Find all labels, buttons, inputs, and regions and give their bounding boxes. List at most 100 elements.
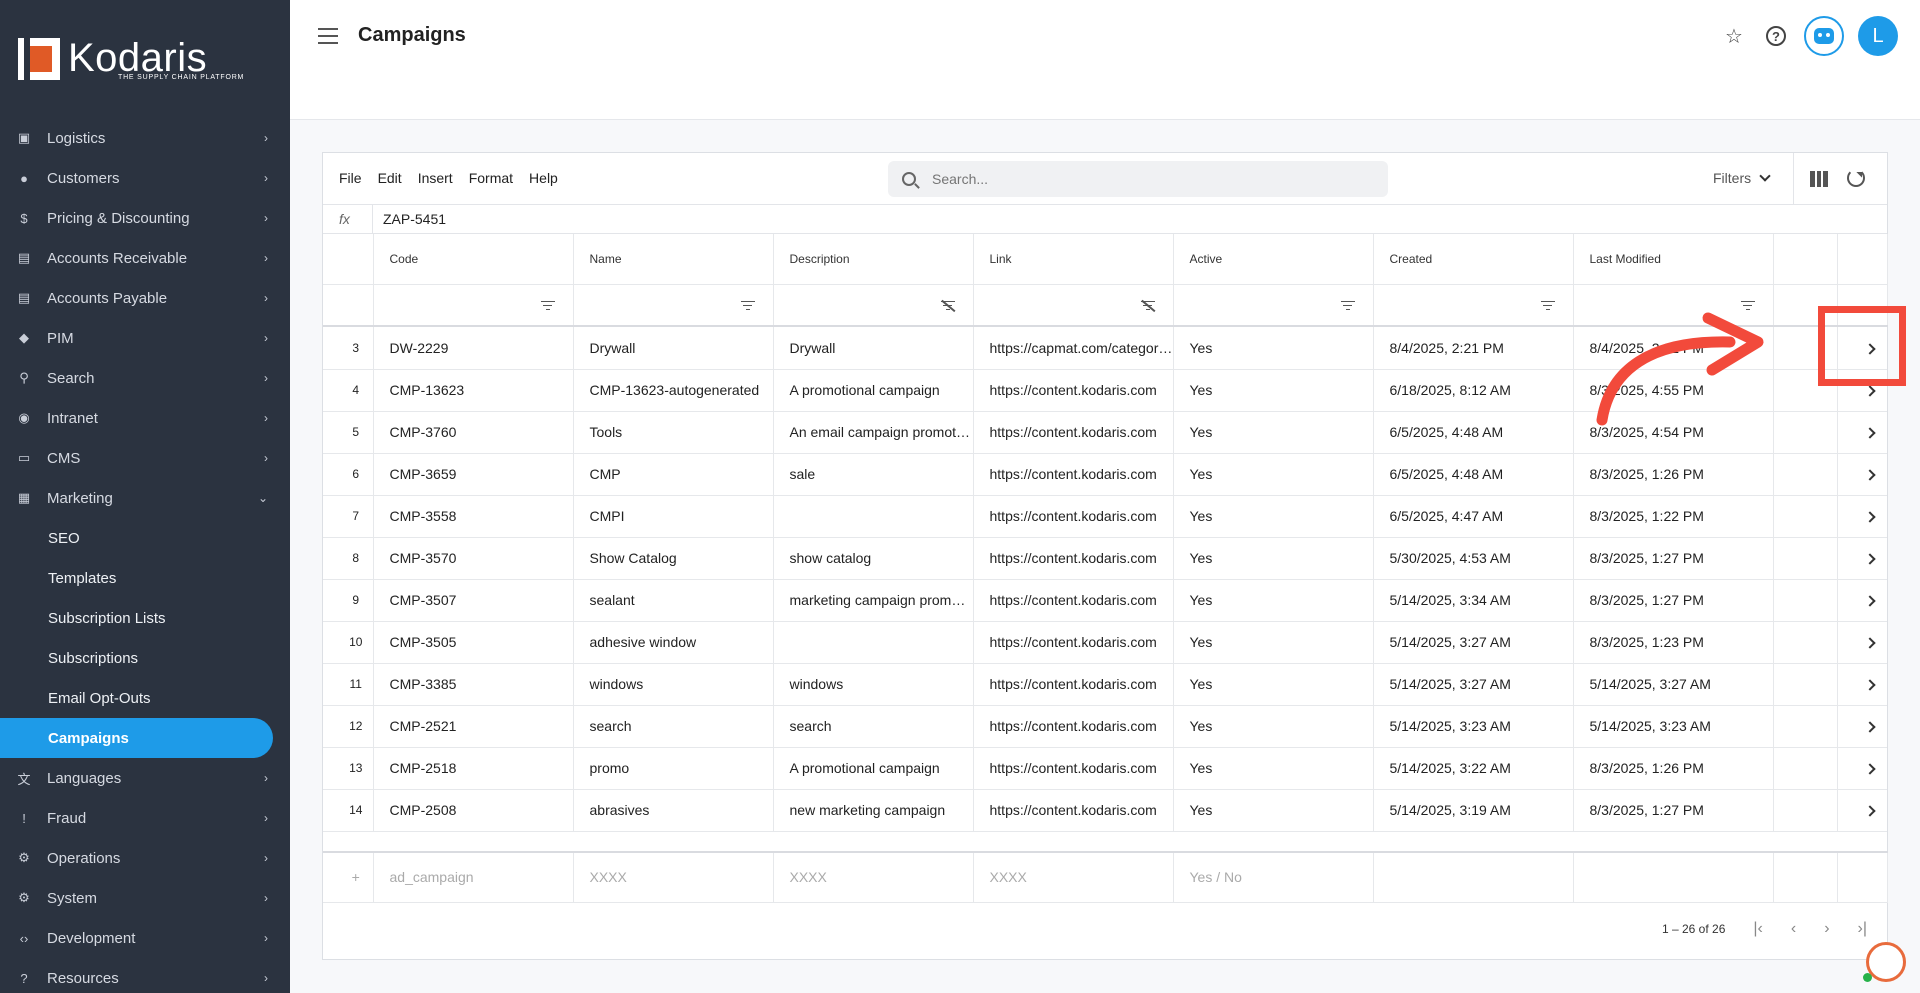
table-cell[interactable]: An email campaign promoting tools [773, 411, 974, 454]
table-cell[interactable]: promo [573, 747, 774, 790]
table-cell[interactable]: Yes [1173, 369, 1374, 412]
table-cell[interactable]: CMP-2508 [373, 789, 574, 832]
chevron-right-icon[interactable] [1864, 427, 1876, 439]
table-cell[interactable]: Yes [1173, 495, 1374, 538]
sidebar-subitem-seo[interactable]: SEO [0, 518, 290, 558]
table-cell[interactable] [773, 495, 974, 538]
sidebar-item-intranet[interactable]: ◉ Intranet › [0, 398, 290, 438]
help-icon[interactable]: ? [1762, 22, 1790, 50]
table-row[interactable]: 8 CMP-3570 Show Catalog show catalog https:/… [323, 537, 1887, 580]
sidebar-item-marketing[interactable]: ▦ Marketing ⌄ [0, 478, 290, 518]
open-record-button[interactable] [1836, 705, 1887, 748]
table-cell[interactable]: 5/14/2025, 3:27 AM [1373, 621, 1574, 664]
prev-page-icon[interactable]: ‹ [1791, 920, 1796, 938]
table-cell[interactable]: DW-2229 [373, 327, 574, 370]
column-header-description[interactable]: Description [773, 234, 974, 285]
table-cell[interactable]: Tools [573, 411, 774, 454]
filter-icon[interactable] [540, 300, 555, 311]
filter-cell[interactable] [373, 284, 574, 327]
filter-cell[interactable] [773, 284, 974, 327]
sidebar-subitem-subscription-lists[interactable]: Subscription Lists [0, 598, 290, 638]
open-record-button[interactable] [1836, 663, 1887, 706]
new-row-placeholder[interactable]: XXXX [973, 851, 1174, 903]
last-page-icon[interactable]: ›| [1858, 920, 1867, 938]
table-cell[interactable]: https://content.kodaris.com [973, 579, 1174, 622]
table-cell[interactable]: search [573, 705, 774, 748]
open-record-button[interactable] [1836, 495, 1887, 538]
sidebar-item-languages[interactable]: 文 Languages › [0, 758, 290, 798]
table-cell[interactable]: CMP-13623-autogenerated [573, 369, 774, 412]
table-cell[interactable]: 8/3/2025, 1:26 PM [1573, 453, 1774, 496]
open-record-button[interactable] [1836, 789, 1887, 832]
chevron-right-icon[interactable] [1864, 385, 1876, 397]
table-cell[interactable]: CMP-3570 [373, 537, 574, 580]
table-cell[interactable]: https://capmat.com/category/drywall [973, 327, 1174, 370]
table-cell[interactable]: search [773, 705, 974, 748]
favorite-star-icon[interactable]: ☆ [1720, 22, 1748, 50]
table-cell[interactable]: A promotional campaign [773, 369, 974, 412]
table-cell[interactable]: https://content.kodaris.com [973, 705, 1174, 748]
table-cell[interactable]: adhesive window [573, 621, 774, 664]
chevron-right-icon[interactable] [1864, 805, 1876, 817]
new-row-placeholder[interactable]: XXXX [573, 851, 774, 903]
table-cell[interactable]: CMP [573, 453, 774, 496]
table-row[interactable]: 7 CMP-3558 CMPI https://content.kodaris.com… [323, 495, 1887, 538]
column-header-last-modified[interactable]: Last Modified [1573, 234, 1774, 285]
column-header-code[interactable]: Code [373, 234, 574, 285]
table-cell[interactable]: https://content.kodaris.com [973, 663, 1174, 706]
column-header-active[interactable]: Active [1173, 234, 1374, 285]
sidebar-item-logistics[interactable]: ▣ Logistics › [0, 118, 290, 158]
table-cell[interactable]: 5/30/2025, 4:53 AM [1373, 537, 1574, 580]
table-row[interactable]: 13 CMP-2518 promo A promotional campaign htt… [323, 747, 1887, 790]
filter-off-icon[interactable] [940, 300, 955, 311]
open-record-button[interactable] [1836, 411, 1887, 454]
table-row[interactable]: 6 CMP-3659 CMP sale https://content.kodaris.… [323, 453, 1887, 496]
column-header-created[interactable]: Created [1373, 234, 1574, 285]
filter-cell[interactable] [1173, 284, 1374, 327]
table-cell[interactable]: CMP-3505 [373, 621, 574, 664]
table-cell[interactable]: windows [773, 663, 974, 706]
menu-toggle-icon[interactable] [318, 28, 338, 44]
chevron-right-icon[interactable] [1864, 595, 1876, 607]
brand-logo[interactable]: Kodaris THE SUPPLY CHAIN PLATFORM [0, 0, 290, 118]
new-row-placeholder[interactable]: ad_campaign [373, 851, 574, 903]
chat-support-icon[interactable] [1863, 942, 1906, 982]
table-cell[interactable]: Yes [1173, 411, 1374, 454]
table-cell[interactable]: marketing campaign promoting sealant [773, 579, 974, 622]
table-cell[interactable]: show catalog [773, 537, 974, 580]
chevron-right-icon[interactable] [1864, 511, 1876, 523]
table-cell[interactable]: https://content.kodaris.com [973, 369, 1174, 412]
table-cell[interactable]: CMP-2521 [373, 705, 574, 748]
search-input[interactable] [932, 171, 1352, 187]
filter-cell[interactable] [573, 284, 774, 327]
table-cell[interactable]: 6/18/2025, 8:12 AM [1373, 369, 1574, 412]
user-avatar[interactable]: L [1858, 16, 1898, 56]
table-cell[interactable]: 6/5/2025, 4:48 AM [1373, 411, 1574, 454]
table-cell[interactable]: 5/14/2025, 3:34 AM [1373, 579, 1574, 622]
table-cell[interactable]: windows [573, 663, 774, 706]
table-cell[interactable]: Yes [1173, 453, 1374, 496]
table-row[interactable]: 12 CMP-2521 search search https://content.ko… [323, 705, 1887, 748]
table-cell[interactable]: https://content.kodaris.com [973, 537, 1174, 580]
sidebar-item-customers[interactable]: ● Customers › [0, 158, 290, 198]
table-cell[interactable]: Yes [1173, 789, 1374, 832]
table-cell[interactable]: 8/3/2025, 1:27 PM [1573, 537, 1774, 580]
chevron-right-icon[interactable] [1864, 637, 1876, 649]
table-cell[interactable]: 5/14/2025, 3:19 AM [1373, 789, 1574, 832]
table-cell[interactable]: CMP-13623 [373, 369, 574, 412]
table-cell[interactable]: 5/14/2025, 3:22 AM [1373, 747, 1574, 790]
table-cell[interactable]: https://content.kodaris.com [973, 495, 1174, 538]
table-row[interactable]: 9 CMP-3507 sealant marketing campaign promo… [323, 579, 1887, 622]
menu-edit[interactable]: Edit [378, 170, 402, 186]
filter-cell[interactable] [1373, 284, 1574, 327]
filters-dropdown[interactable]: Filters [1713, 170, 1771, 186]
table-cell[interactable]: Drywall [773, 327, 974, 370]
assistant-bot-button[interactable] [1804, 16, 1844, 56]
table-cell[interactable]: abrasives [573, 789, 774, 832]
chevron-right-icon[interactable] [1864, 763, 1876, 775]
menu-insert[interactable]: Insert [418, 170, 453, 186]
table-cell[interactable]: Yes [1173, 663, 1374, 706]
filter-icon[interactable] [740, 300, 755, 311]
column-header-name[interactable]: Name [573, 234, 774, 285]
add-row-icon[interactable]: + [323, 851, 374, 903]
